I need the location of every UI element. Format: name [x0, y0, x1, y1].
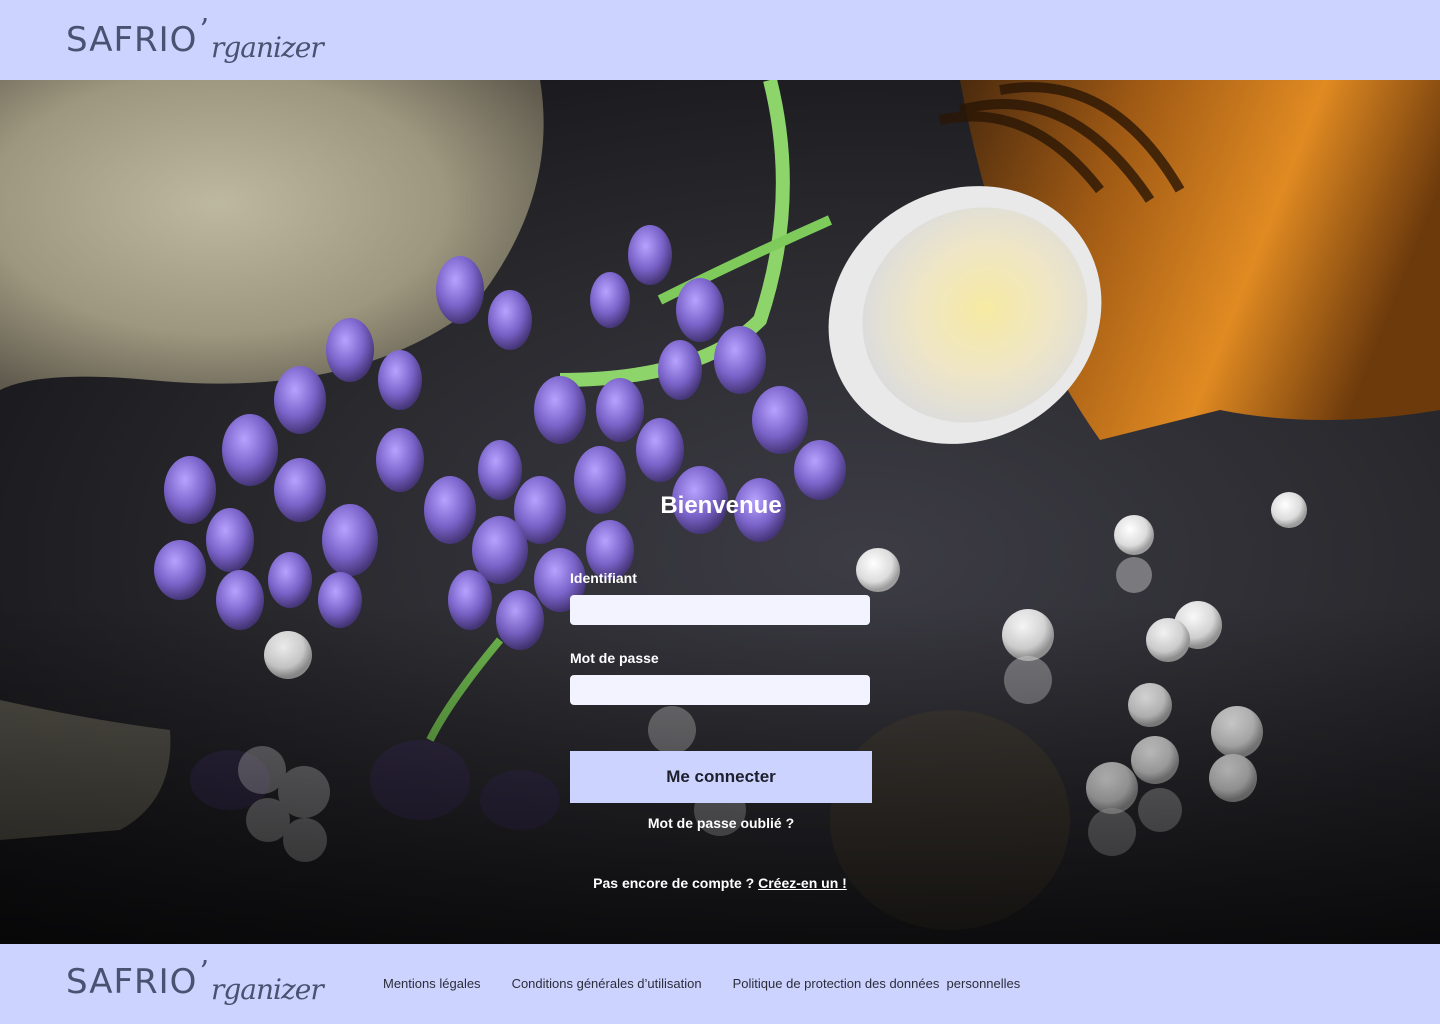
signup-prompt-text: Pas encore de compte ? — [593, 875, 755, 891]
footer-logo-script: rganizer — [211, 973, 324, 1006]
terms-of-use-link[interactable]: Conditions générales d’utilisation — [512, 976, 702, 991]
brand-logo[interactable]: SAFRIO ’ rganizer — [66, 13, 324, 76]
footer-logo-name: SAFRIO — [66, 962, 198, 1002]
site-footer: SAFRIO ’ rganizer Mentions légales Condi… — [0, 944, 1440, 1024]
signup-prompt: Pas encore de compte ? Créez-en un ! — [470, 875, 970, 891]
hero-background: Bienvenue Identifiant Mot de passe Me co… — [0, 80, 1440, 944]
signup-link[interactable]: Créez-en un ! — [758, 875, 847, 891]
privacy-policy-link[interactable]: Politique de protection des données pers… — [733, 976, 1021, 991]
username-label: Identifiant — [570, 570, 637, 586]
footer-logo-apostrophe: ’ — [199, 955, 209, 990]
logo-script: rganizer — [211, 31, 324, 64]
login-button[interactable]: Me connecter — [570, 751, 872, 803]
username-input[interactable] — [570, 595, 870, 625]
logo-name: SAFRIO — [66, 20, 198, 60]
forgot-password-link[interactable]: Mot de passe oublié ? — [570, 815, 872, 831]
site-header: SAFRIO ’ rganizer — [0, 0, 1440, 80]
footer-brand-logo[interactable]: SAFRIO ’ rganizer — [66, 955, 324, 1018]
password-label: Mot de passe — [570, 650, 659, 666]
login-title: Bienvenue — [660, 492, 782, 519]
password-input[interactable] — [570, 675, 870, 705]
legal-notice-link[interactable]: Mentions légales — [383, 976, 481, 991]
login-form: Bienvenue Identifiant Mot de passe Me co… — [0, 80, 1440, 944]
footer-links: Mentions légales Conditions générales d’… — [383, 976, 1020, 991]
logo-apostrophe: ’ — [199, 13, 209, 48]
